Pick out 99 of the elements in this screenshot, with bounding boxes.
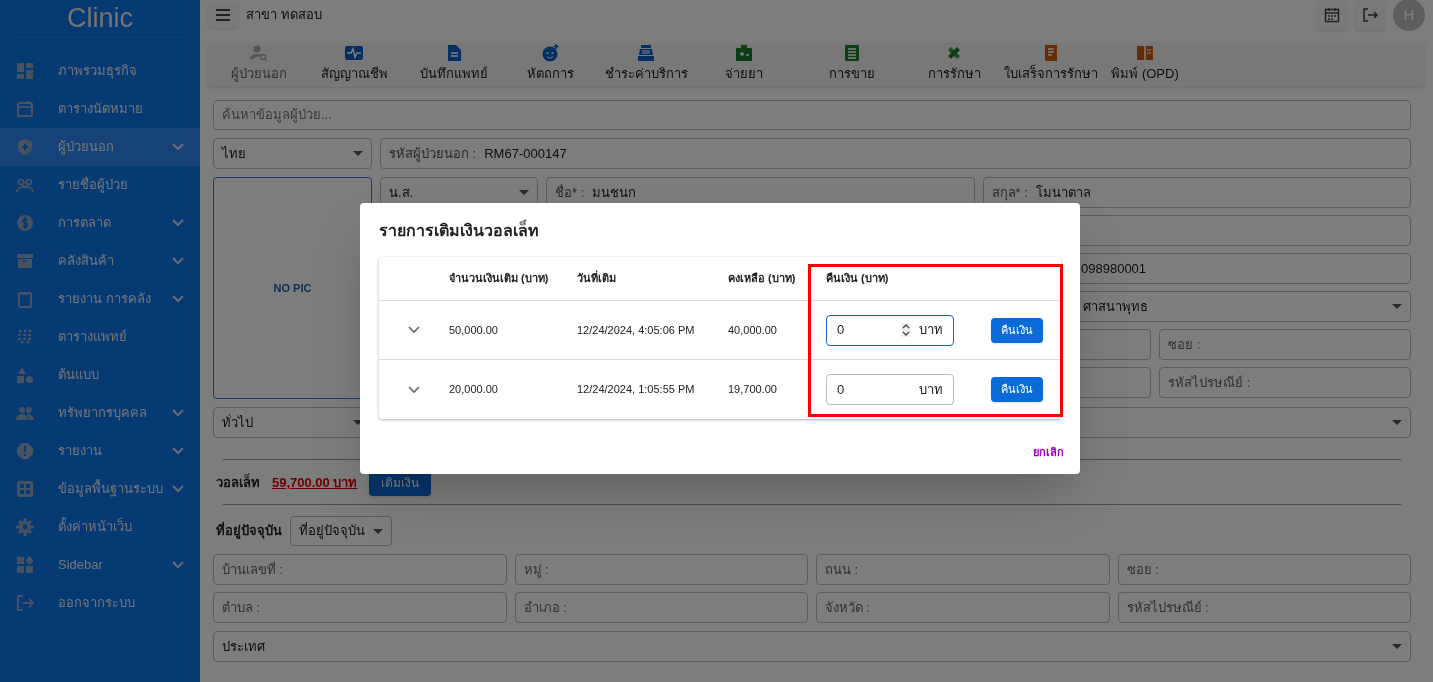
country-select[interactable]: ประเทศ (213, 631, 1411, 662)
dialog-title: รายการเติมเงินวอลเล็ท (379, 219, 539, 243)
dashboard-icon (16, 62, 34, 80)
face-icon (541, 43, 559, 62)
cash-register-icon (637, 43, 655, 62)
shield-icon (16, 138, 34, 156)
table-cell: 40,000.00 (728, 323, 777, 336)
calendar-button[interactable] (1317, 0, 1347, 30)
list-icon (843, 43, 861, 62)
refund-amount-field[interactable]: 0 บาท (826, 374, 954, 405)
document-icon (445, 43, 463, 62)
soi-field[interactable]: ซอย : (1159, 329, 1411, 360)
postcode-field[interactable]: รหัสไปรษณีย์ : (1159, 367, 1411, 398)
book-icon (1136, 43, 1154, 62)
sidebar-item[interactable]: ตารางนัดหมาย (0, 90, 200, 128)
spinner-icon (901, 323, 911, 337)
address-field[interactable]: ตำบล : (213, 592, 507, 623)
address-type-dropdown[interactable]: ที่อยู่ปัจจุบัน (290, 516, 392, 546)
caret-icon (353, 151, 363, 156)
sidebar-item[interactable]: ต้นแบบ (0, 356, 200, 394)
sidebar-item[interactable]: ทรัพยากรบุคคล (0, 394, 200, 432)
wallet-balance-link[interactable]: 59,700.00 บาท (272, 473, 358, 493)
widgets-icon (16, 556, 34, 574)
chevron-down-icon (408, 326, 420, 334)
column-header: คงเหลือ (บาท) (728, 272, 796, 285)
settings-icon (16, 518, 34, 536)
sidebar-item[interactable]: รายงาน การคลัง (0, 280, 200, 318)
wallet-label: วอลเล็ท (215, 473, 260, 493)
sidebar-item[interactable]: ตารางแพทย์ (0, 318, 200, 356)
logout-icon (1362, 7, 1378, 23)
nationality-select[interactable]: ไทย (213, 138, 372, 169)
table-cell: 20,000.00 (449, 383, 498, 396)
heartbeat-monitor-icon (345, 43, 363, 62)
caret-icon (1392, 644, 1402, 649)
team-grid-icon (16, 328, 34, 346)
address-field[interactable]: ซอย : (1117, 554, 1411, 585)
menu-button[interactable] (208, 2, 238, 28)
clipboard-icon (16, 290, 34, 308)
sidebar-item[interactable]: รายชื่อผู้ป่วย (0, 166, 200, 204)
address-label: ที่อยู่ปัจจุบัน (215, 521, 282, 541)
address-field[interactable]: ถนน : (816, 554, 1110, 585)
sidebar-item[interactable]: ข้อมูลพื้นฐานระบบ (0, 470, 200, 508)
address-field[interactable]: จังหวัด : (816, 592, 1110, 623)
logo-text: Clinic (67, 5, 133, 32)
archive-icon (16, 252, 34, 270)
user-search-icon (250, 43, 268, 62)
table-cell: 50,000.00 (449, 323, 498, 336)
grid-icon (16, 480, 34, 498)
toolbar-button[interactable]: การขาย (792, 43, 912, 83)
toolbar-button[interactable]: ชำระค่าบริการ (596, 43, 696, 83)
sidebar-item[interactable]: ออกจากระบบ (0, 584, 200, 622)
logout-button[interactable] (1355, 0, 1385, 30)
address-field[interactable]: รหัสไปรษณีย์ : (1117, 592, 1411, 623)
sidebar-item[interactable]: Sidebar (0, 546, 200, 584)
toolbar-button[interactable]: การรักษา (912, 43, 996, 83)
sidebar-item[interactable]: ภาพรวมธุรกิจ (0, 52, 200, 90)
dollar-icon (16, 214, 34, 232)
toolbar-button[interactable]: จ่ายยา (696, 43, 792, 83)
caret-icon (1392, 304, 1402, 309)
receipt-icon (1042, 43, 1060, 62)
alert-icon (16, 442, 34, 460)
medical-bag-icon (735, 43, 753, 62)
column-header: จำนวนเงินเติม (บาท) (449, 272, 549, 285)
logout-icon (16, 594, 34, 612)
patient-id-field[interactable]: รหัสผู้ป่วยนอก : RM67-000147 (380, 138, 1411, 169)
group-icon (16, 404, 34, 422)
caret-icon (1392, 420, 1402, 425)
address-field[interactable]: หมู่ : (514, 554, 808, 585)
search-field[interactable]: ค้นหาข้อมูลผู้ป่วย... (213, 100, 1411, 130)
toolbar-button[interactable]: ใบเสร็จการรักษา (996, 43, 1106, 83)
table-cell: 12/24/2024, 4:05:06 PM (577, 323, 695, 336)
column-header: วันที่เติม (577, 272, 616, 285)
chevron-down-icon (408, 385, 420, 394)
toolbar-button[interactable]: พิมพ์ (OPD) (1106, 43, 1184, 83)
branch-name: สาขา ทดสอบ (246, 6, 322, 25)
sidebar-item[interactable]: คลังสินค้า (0, 242, 200, 280)
menu-icon (216, 9, 230, 21)
sidebar-item[interactable]: การตลาด (0, 204, 200, 242)
caret-icon (373, 528, 383, 534)
calendar-icon (16, 100, 34, 118)
cancel-button[interactable]: ยกเลิก (1033, 443, 1064, 460)
caret-icon (519, 190, 529, 195)
toolbar-button[interactable]: สัญญาณชีพ (304, 43, 404, 83)
toolbar-button[interactable]: หัตถการ (504, 43, 596, 83)
sidebar-item[interactable]: ตั้งค่าหน้าเว็บ (0, 508, 200, 546)
people-icon (16, 176, 34, 194)
refund-button[interactable]: คืนเงิน (991, 317, 1043, 343)
table-cell: 19,700.00 (728, 383, 777, 396)
refund-amount-field[interactable]: 0 บาท (826, 314, 954, 346)
toolbar-button[interactable]: บันทึกแพทย์ (404, 43, 504, 83)
address-field[interactable]: บ้านเลขที่ : (213, 554, 507, 585)
column-header: คืนเงิน (บาท) (826, 272, 889, 285)
calendar-icon (1324, 7, 1340, 23)
sidebar-item[interactable]: รายงาน (0, 432, 200, 470)
refund-button[interactable]: คืนเงิน (991, 377, 1043, 402)
sidebar-item[interactable]: ผู้ป่วยนอก (0, 128, 200, 166)
shapes-icon (16, 366, 34, 384)
address-field[interactable]: อำเภอ : (514, 592, 808, 623)
table-cell: 12/24/2024, 1:05:55 PM (577, 383, 695, 396)
